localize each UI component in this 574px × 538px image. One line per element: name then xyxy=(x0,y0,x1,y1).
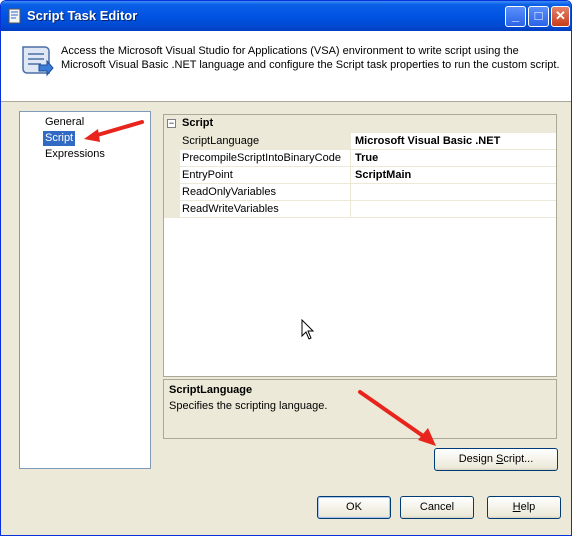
help-accesskey: H xyxy=(512,501,521,513)
page-navigation-list: General Script Expressions xyxy=(19,111,151,469)
header-panel: Access the Microsoft Visual Studio for A… xyxy=(1,31,571,102)
help-label-end: elp xyxy=(520,501,536,513)
minimize-button[interactable]: _ xyxy=(505,6,526,27)
cancel-button[interactable]: Cancel xyxy=(400,496,474,519)
script-scroll-icon xyxy=(22,46,54,77)
property-value[interactable]: True xyxy=(355,152,378,164)
mouse-cursor-icon xyxy=(301,319,315,340)
nav-item-expressions[interactable]: Expressions xyxy=(43,147,107,162)
help-button[interactable]: Help xyxy=(487,496,561,519)
property-row[interactable]: ScriptLanguage Microsoft Visual Basic .N… xyxy=(180,133,556,150)
property-value[interactable]: ScriptMain xyxy=(355,169,411,181)
maximize-button[interactable]: □ xyxy=(528,6,549,27)
design-script-button[interactable]: Design Script... xyxy=(434,448,558,471)
property-name: EntryPoint xyxy=(182,169,233,181)
nav-item-general[interactable]: General xyxy=(43,115,86,130)
property-description-panel: ScriptLanguage Specifies the scripting l… xyxy=(163,379,557,439)
description-text: Specifies the scripting language. xyxy=(169,400,328,412)
title-bar[interactable]: Script Task Editor _ □ ✕ xyxy=(1,1,571,31)
property-name: PrecompileScriptIntoBinaryCode xyxy=(182,152,341,164)
property-name: ReadWriteVariables xyxy=(182,203,279,215)
script-task-icon xyxy=(8,8,21,24)
collapse-toggle-icon[interactable]: − xyxy=(167,119,176,128)
property-name: ScriptLanguage xyxy=(182,135,260,147)
header-description: Access the Microsoft Visual Studio for A… xyxy=(61,45,560,71)
property-row[interactable]: EntryPoint ScriptMain xyxy=(180,167,556,184)
property-name: ReadOnlyVariables xyxy=(182,186,276,198)
nav-item-script[interactable]: Script xyxy=(43,131,76,146)
close-button[interactable]: ✕ xyxy=(551,6,570,27)
property-row[interactable]: ReadWriteVariables xyxy=(180,201,556,218)
category-label: Script xyxy=(182,117,214,129)
grid-gutter xyxy=(164,133,180,218)
property-row[interactable]: ReadOnlyVariables xyxy=(180,184,556,201)
design-script-label-end: cript... xyxy=(503,453,534,465)
ok-button[interactable]: OK xyxy=(317,496,391,519)
property-value[interactable]: Microsoft Visual Basic .NET xyxy=(355,135,500,147)
property-grid: − Script ScriptLanguage Microsoft Visual… xyxy=(163,114,557,377)
category-row[interactable]: − Script xyxy=(164,115,556,133)
script-task-editor-window: Script Task Editor _ □ ✕ Access the Micr… xyxy=(0,0,572,536)
window-title: Script Task Editor xyxy=(27,8,138,23)
design-script-label-start: Design xyxy=(458,453,496,465)
property-row[interactable]: PrecompileScriptIntoBinaryCode True xyxy=(180,150,556,167)
description-title: ScriptLanguage xyxy=(169,384,253,396)
